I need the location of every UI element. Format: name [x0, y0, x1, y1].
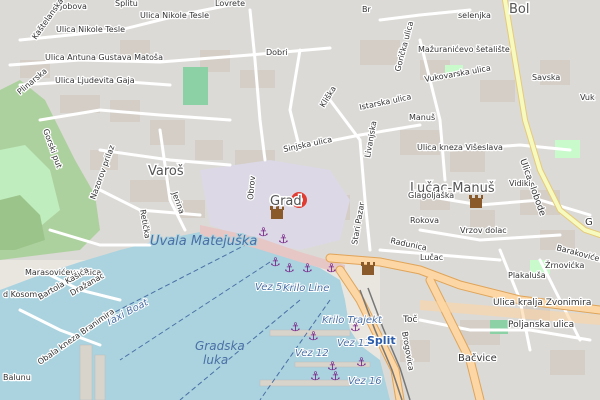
street-poljanska: Poljanska ulica: [508, 320, 574, 330]
street-gaja: Ulica Ljudevita Gaja: [55, 76, 135, 85]
street-splitu: Splitu: [115, 0, 138, 8]
label-krilo-trajekt: Krilo Trajekt: [322, 315, 383, 326]
label-vez-16: Vez 16: [348, 376, 382, 387]
map-canvas[interactable]: ⚓ ⚓⚓ ⚓ ⚓ ⚓⚓⚓⚓⚓⚓ ⚓⚓ Varoš Lučac-Manuš Bol Grad…: [0, 0, 600, 400]
street-lovrete: Lovrete: [215, 0, 245, 8]
map-view[interactable]: ⚓ ⚓ ⚓ ⚓ ⚓ ⚓ ⚓ ⚓ ⚓ ⚓ ⚓ ⚓ ⚓ Varoš Lučac-Manuš Bol Grad…: [0, 0, 600, 400]
street-marasoviceva: Marasovićeva ulica: [25, 267, 101, 277]
street-lucac: Lučac: [420, 252, 443, 262]
label-vez-5: Vez 5: [255, 282, 282, 293]
anchor-icon: ⚓: [310, 369, 321, 383]
sports-field: [183, 67, 208, 105]
street-manus: Manuš: [409, 112, 435, 122]
street-nikole-tesle-1: Ulica Nikole Tesle: [56, 25, 125, 34]
street-zrnovicka: Žrnovićka: [545, 259, 584, 270]
district-varos: Varoš: [148, 164, 184, 179]
street-kralja-zvonimira: Ulica kralja Zvonimira: [493, 298, 591, 308]
street-toc: Toč: [402, 314, 417, 325]
street-plakalusa: Plakaluša: [508, 270, 546, 280]
anchor-icon: ⚓: [278, 232, 289, 246]
label-vez-12: Vez 12: [295, 348, 329, 359]
street-vrzov-dolac: Vrzov dolac: [460, 226, 507, 235]
street-br: Br: [362, 5, 371, 14]
street-mazuranicevo: Mažuranićevo šetalište: [418, 44, 510, 54]
street-bacvice: Bačvice: [458, 352, 497, 364]
street-rokova: Rokova: [410, 216, 439, 225]
street-kneza-viseslava: Ulica kneza Višeslava: [417, 142, 503, 152]
street-vidiki: Vidiki: [509, 179, 531, 188]
district-bol: Bol: [509, 2, 529, 17]
label-uvala-matejuska: Uvala Matejuška: [150, 234, 257, 249]
street-kosom: d Kosom: [3, 290, 37, 299]
street-matosa: Ulica Antuna Gustava Matoša: [45, 52, 163, 62]
district-grad: Grad: [270, 194, 302, 209]
anchor-icon: ⚓: [284, 261, 295, 275]
label-luka: luka: [203, 353, 228, 367]
street-glagoljaska: Glagoljaška: [408, 190, 454, 200]
anchor-icon: ⚓: [258, 225, 269, 239]
label-gradska: Gradska: [195, 339, 245, 353]
street-savska: Savska: [532, 73, 560, 82]
anchor-icon: ⚓: [330, 369, 341, 383]
street-vuk: Vuk: [580, 93, 595, 102]
street-selenjka: selenjka: [458, 11, 491, 20]
street-balunu: Balunu: [3, 373, 31, 382]
street-dobri: Dobri: [266, 48, 288, 57]
label-split-station: Split: [367, 334, 396, 347]
park-small-3: [490, 320, 508, 334]
anchor-icon: ⚓: [270, 255, 281, 269]
anchor-icon: ⚓: [326, 261, 337, 275]
label-vez-13: Vez 13: [337, 338, 371, 349]
anchor-icon: ⚓: [308, 329, 319, 343]
anchor-icon: ⚓: [290, 320, 301, 334]
anchor-icon: ⚓: [302, 261, 313, 275]
label-krilo-line: Krilo Line: [283, 283, 329, 294]
street-g-right: G: [585, 217, 593, 228]
street-nikole-tesle-2: Ulica Nikole Tesle: [140, 11, 209, 20]
anchor-icon: ⚓: [356, 355, 367, 369]
